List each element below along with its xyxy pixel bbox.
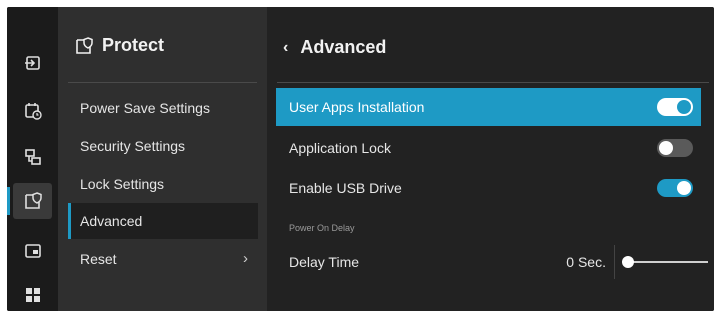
- setting-user-apps-installation[interactable]: User Apps Installation: [276, 88, 701, 126]
- back-chevron-icon[interactable]: ‹: [283, 39, 288, 57]
- toggle-knob: [677, 100, 691, 114]
- sidebar-item-label: Power Save Settings: [80, 100, 210, 116]
- divider: [614, 245, 615, 279]
- divider: [68, 82, 257, 83]
- sidebar-header: Protect: [74, 35, 164, 56]
- display-icon: [24, 244, 41, 258]
- network-icon: [24, 149, 41, 165]
- enable-usb-drive-toggle[interactable]: [657, 179, 693, 197]
- page-title: Advanced: [300, 37, 387, 57]
- sidebar-item-reset[interactable]: Reset ›: [68, 241, 258, 277]
- setting-label: User Apps Installation: [289, 99, 425, 115]
- section-label-power-on-delay: Power On Delay: [289, 223, 355, 233]
- rail-input-button[interactable]: [13, 45, 52, 81]
- sidebar-item-label: Lock Settings: [80, 176, 165, 192]
- sidebar-item-lock[interactable]: Lock Settings: [68, 166, 258, 202]
- chevron-right-icon: ›: [243, 250, 248, 267]
- application-lock-toggle[interactable]: [657, 139, 693, 157]
- protect-icon: [24, 192, 42, 209]
- apps-grid-icon: [25, 288, 40, 302]
- sidebar-item-advanced[interactable]: Advanced: [68, 203, 258, 239]
- panel-header: ‹ Advanced: [283, 37, 386, 58]
- setting-label: Application Lock: [289, 140, 391, 156]
- protect-icon: [76, 36, 93, 54]
- schedule-icon: [24, 103, 42, 120]
- divider: [277, 82, 709, 83]
- icon-rail: [7, 7, 58, 311]
- delay-time-slider[interactable]: [622, 256, 708, 268]
- rail-network-button[interactable]: [13, 139, 52, 175]
- sidebar-title: Protect: [102, 35, 165, 55]
- slider-knob[interactable]: [622, 256, 634, 268]
- rail-display-button[interactable]: [13, 233, 52, 269]
- setting-delay-time[interactable]: Delay Time 0 Sec.: [276, 243, 708, 281]
- delay-value: 0 Sec.: [566, 254, 606, 270]
- toggle-knob: [677, 181, 691, 195]
- sidebar-item-label: Security Settings: [80, 138, 186, 154]
- rail-schedule-button[interactable]: [13, 93, 52, 129]
- setting-enable-usb-drive[interactable]: Enable USB Drive: [276, 169, 701, 207]
- sidebar-item-label: Reset: [80, 251, 117, 267]
- toggle-knob: [659, 141, 673, 155]
- sidebar-item-label: Advanced: [80, 213, 143, 229]
- rail-apps-button[interactable]: [13, 277, 52, 311]
- app-window: Protect Power Save Settings Security Set…: [7, 7, 714, 311]
- setting-label: Delay Time: [289, 254, 360, 270]
- sidebar-item-security[interactable]: Security Settings: [68, 128, 258, 164]
- setting-application-lock[interactable]: Application Lock: [276, 129, 701, 167]
- advanced-panel: ‹ Advanced User Apps Installation Applic…: [267, 7, 714, 311]
- setting-label: Enable USB Drive: [289, 180, 402, 196]
- settings-sidebar: Protect Power Save Settings Security Set…: [58, 7, 267, 311]
- input-icon: [24, 56, 40, 70]
- rail-protect-button[interactable]: [7, 183, 52, 219]
- sidebar-item-power-save[interactable]: Power Save Settings: [68, 90, 258, 126]
- user-apps-installation-toggle[interactable]: [657, 98, 693, 116]
